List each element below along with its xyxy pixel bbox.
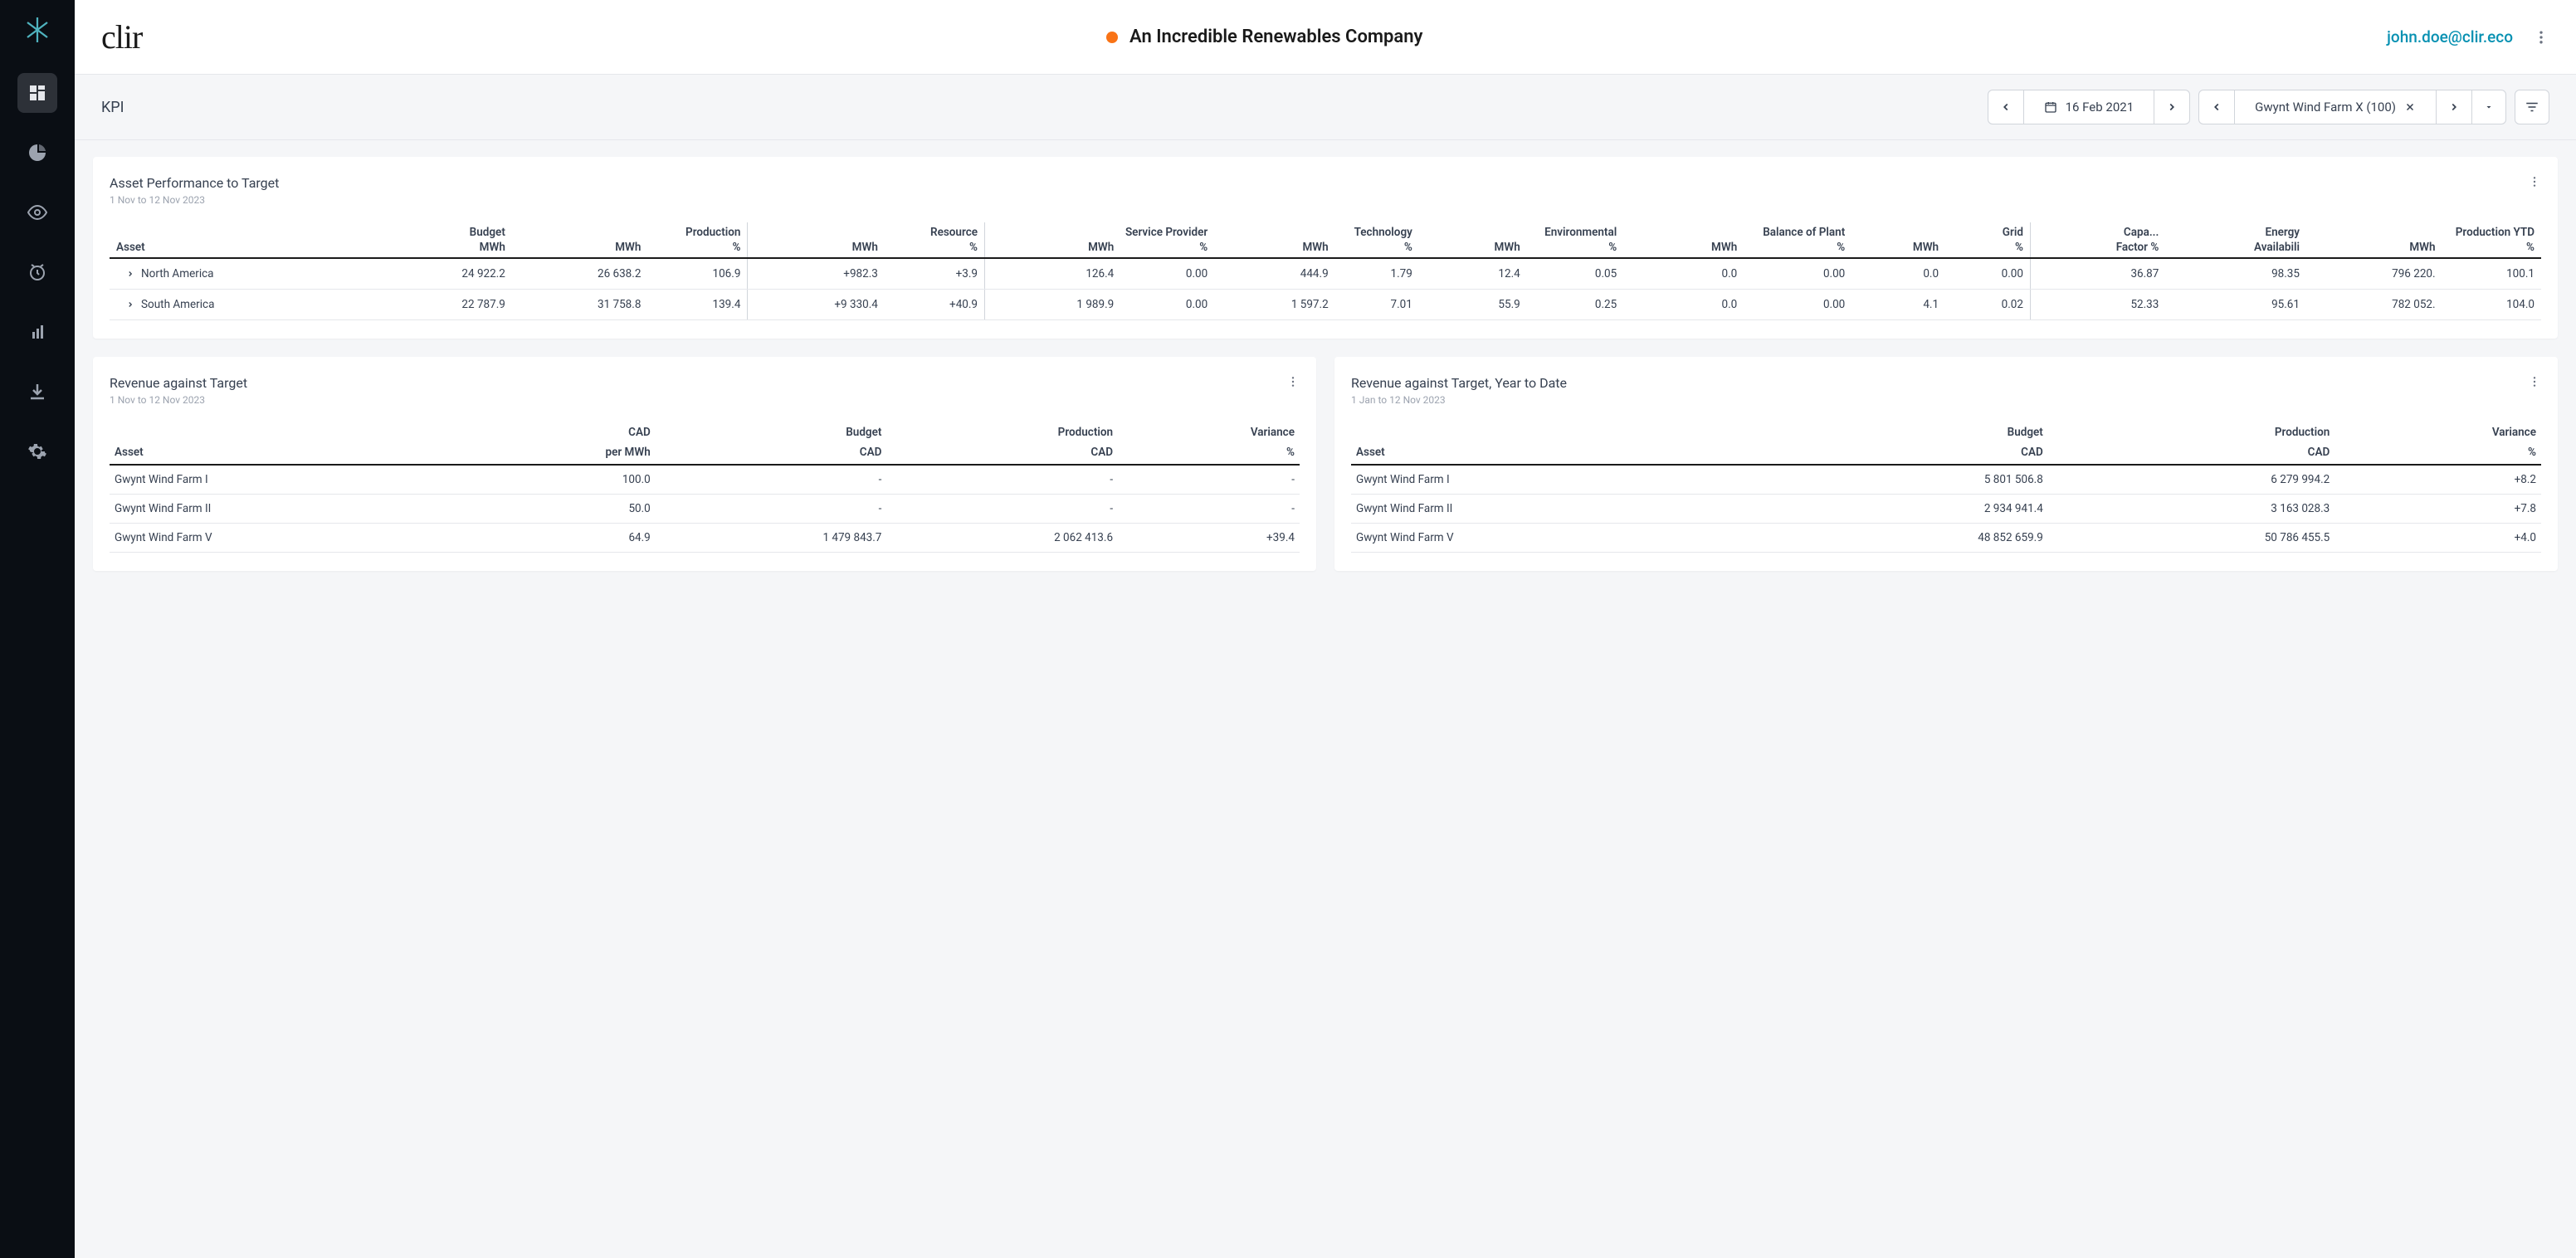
table-row[interactable]: South America 22 787.9 31 758.8139.4 +9 … [110,290,2541,320]
table-row[interactable]: North America 24 922.2 26 638.2106.9 +98… [110,258,2541,290]
asset-expand[interactable]: North America [116,267,369,280]
chevron-right-icon [126,270,134,278]
col-production: Production [512,222,748,239]
col-bop: Balance of Plant [1623,222,1852,239]
col-grid: Grid [1852,222,2030,239]
col-cap: Capa... [2030,222,2165,239]
date-display[interactable]: 16 Feb 2021 [2024,100,2154,115]
nav-download[interactable] [17,372,57,412]
logo-text: clir [101,17,142,56]
performance-table: Budget Production Resource Service Provi… [110,222,2541,320]
table-row[interactable]: Gwynt Wind Farm V48 852 659.950 786 455.… [1351,524,2541,553]
asset-dropdown-button[interactable] [2471,90,2505,124]
revenue-card: Revenue against Target 1 Nov to 12 Nov 2… [93,357,1316,571]
app-logo-icon [22,15,52,45]
revytd-title: Revenue against Target, Year to Date [1351,375,1567,391]
revytd-range: 1 Jan to 12 Nov 2023 [1351,394,1567,406]
perf-range: 1 Nov to 12 Nov 2023 [110,194,279,206]
col-budget: Budget [376,222,512,239]
date-picker: 16 Feb 2021 [1988,90,2191,124]
table-row[interactable]: Gwynt Wind Farm V64.91 479 843.72 062 41… [110,524,1300,553]
chevron-right-icon [126,300,134,309]
nav-dashboard[interactable] [17,73,57,113]
asset-expand[interactable]: South America [116,298,369,311]
rev-range: 1 Nov to 12 Nov 2023 [110,394,247,406]
col-resource: Resource [748,222,985,239]
nav-settings[interactable] [17,432,57,471]
asset-display[interactable]: Gwynt Wind Farm X (100) [2235,100,2436,115]
date-next-button[interactable] [2154,90,2189,124]
asset-next-button[interactable] [2436,90,2471,124]
revenue-ytd-table: Budget Production Variance Asset CAD CAD… [1351,422,2541,553]
table-row[interactable]: Gwynt Wind Farm I100.0--- [110,465,1300,495]
table-row[interactable]: Gwynt Wind Farm II50.0--- [110,495,1300,524]
nav-monitor[interactable] [17,193,57,232]
company-name: An Incredible Renewables Company [1129,27,1422,47]
nav-analytics[interactable] [17,133,57,173]
filter-button[interactable] [2515,90,2549,124]
date-value: 16 Feb 2021 [2066,100,2134,115]
revytd-menu-button[interactable] [2528,375,2541,388]
user-email[interactable]: john.doe@clir.eco [2387,27,2513,46]
col-asset: Asset [110,239,376,258]
asset-label: South America [141,298,214,311]
calendar-icon [2044,100,2057,114]
asset-prev-button[interactable] [2199,90,2235,124]
rev-title: Revenue against Target [110,375,247,391]
col-service: Service Provider [985,222,1215,239]
asset-value: Gwynt Wind Farm X (100) [2255,100,2396,115]
sidebar [0,0,75,1258]
revenue-table: CAD Budget Production Variance Asset per… [110,422,1300,553]
nav-alarms[interactable] [17,252,57,292]
status-dot-icon [1106,32,1118,43]
table-row[interactable]: Gwynt Wind Farm I5 801 506.86 279 994.2+… [1351,465,2541,495]
close-icon[interactable] [2404,101,2416,113]
header: clir An Incredible Renewables Company jo… [75,0,2576,75]
perf-menu-button[interactable] [2528,175,2541,188]
perf-title: Asset Performance to Target [110,175,279,191]
date-prev-button[interactable] [1988,90,2024,124]
rev-menu-button[interactable] [1286,375,1300,388]
col-energy: Energy [2165,222,2306,239]
nav-reports[interactable] [17,312,57,352]
col-tech: Technology [1214,222,1419,239]
asset-label: North America [141,267,214,280]
header-menu-button[interactable] [2533,29,2549,46]
asset-picker: Gwynt Wind Farm X (100) [2198,90,2506,124]
col-pytd: Production YTD [2306,222,2541,239]
performance-card: Asset Performance to Target 1 Nov to 12 … [93,157,2558,339]
subheader: KPI 16 Feb 2021 [75,75,2576,140]
page-title: KPI [101,99,124,116]
table-row[interactable]: Gwynt Wind Farm II2 934 941.43 163 028.3… [1351,495,2541,524]
col-env: Environmental [1419,222,1623,239]
revenue-ytd-card: Revenue against Target, Year to Date 1 J… [1334,357,2558,571]
